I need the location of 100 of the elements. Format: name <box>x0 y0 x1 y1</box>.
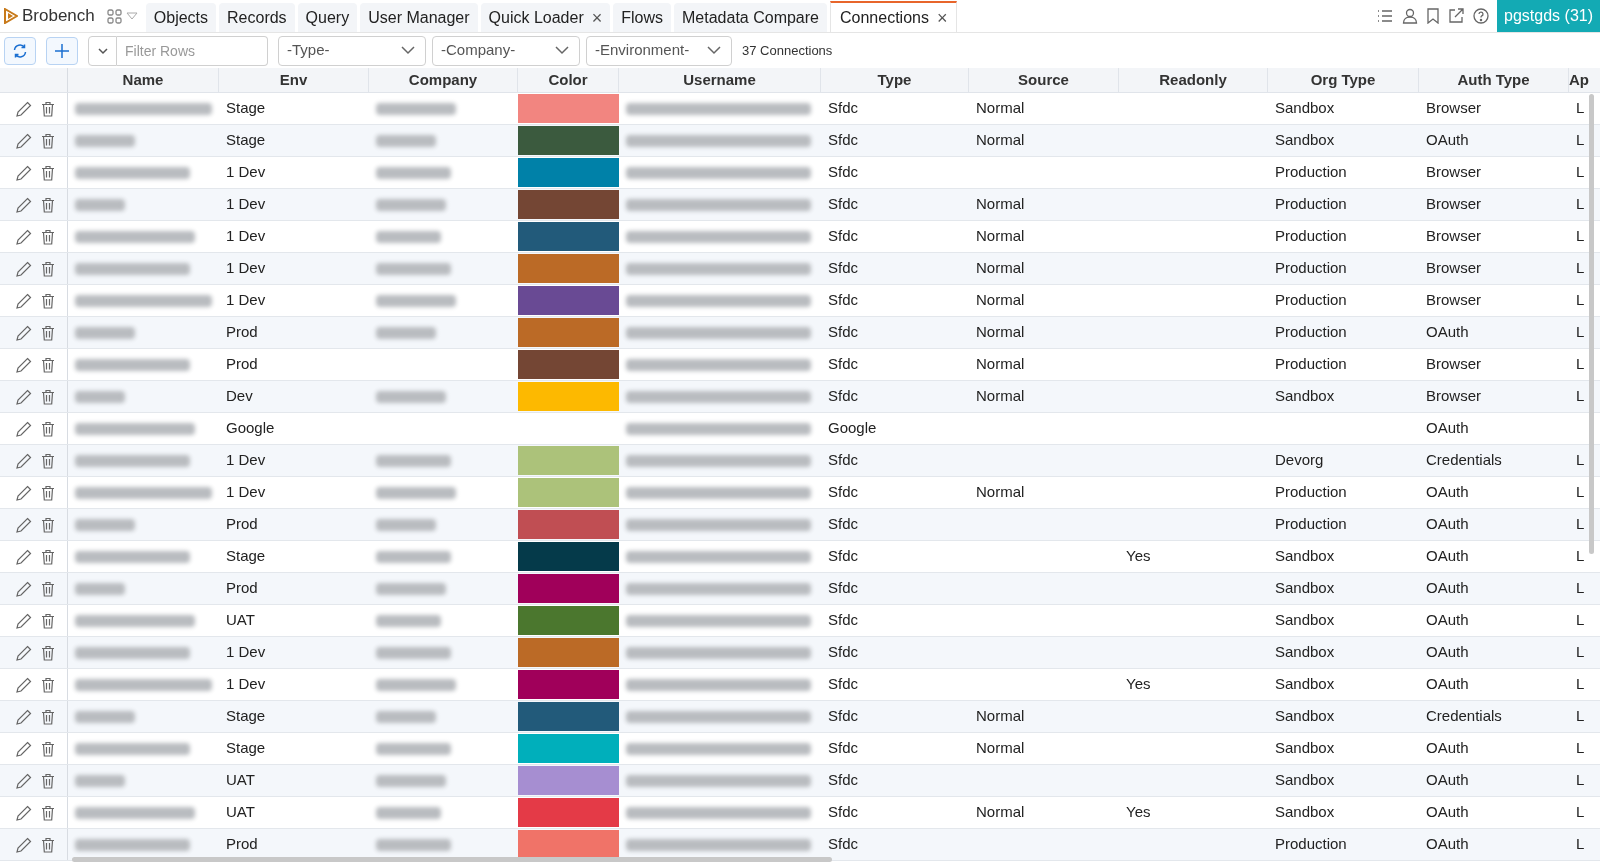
edit-icon[interactable] <box>16 772 32 789</box>
list-icon[interactable] <box>1377 9 1394 23</box>
bookmark-icon[interactable] <box>1427 8 1440 24</box>
edit-icon[interactable] <box>16 804 32 821</box>
edit-icon[interactable] <box>16 100 32 117</box>
trash-icon[interactable] <box>41 836 55 853</box>
edit-icon[interactable] <box>16 548 32 565</box>
trash-icon[interactable] <box>41 644 55 661</box>
table-cell-text: 1 Dev <box>226 258 266 279</box>
blurred-text <box>75 710 135 723</box>
close-tab-button[interactable]: × <box>591 8 603 27</box>
edit-icon[interactable] <box>16 516 32 533</box>
tab[interactable]: Query <box>297 3 358 32</box>
table-cell-text: Stage <box>226 738 266 759</box>
dropdown[interactable]: -Company- <box>432 35 580 66</box>
trash-icon[interactable] <box>41 132 55 149</box>
trash-icon[interactable] <box>41 772 55 789</box>
dropdown[interactable]: -Environment- <box>586 35 732 66</box>
trash-icon[interactable] <box>41 324 55 341</box>
edit-icon[interactable] <box>16 740 32 757</box>
trash-icon[interactable] <box>41 708 55 725</box>
table-cell-text: Normal <box>976 290 1025 311</box>
trash-icon[interactable] <box>41 580 55 597</box>
edit-icon[interactable] <box>16 388 32 405</box>
trash-icon[interactable] <box>41 548 55 565</box>
trash-icon[interactable] <box>41 804 55 821</box>
tab[interactable]: Metadata Compare <box>674 3 827 32</box>
refresh-button[interactable] <box>4 36 36 65</box>
trash-icon[interactable] <box>41 676 55 693</box>
tab[interactable]: Flows <box>613 3 672 32</box>
table-cell-text: OAuth <box>1426 546 1469 567</box>
trash-icon[interactable] <box>41 100 55 117</box>
table-cell-text: Dev <box>226 386 253 407</box>
edit-icon[interactable] <box>16 196 32 213</box>
filter-field[interactable]: Filter Rows <box>117 35 268 66</box>
table-cell-text: Sfdc <box>828 450 858 471</box>
grid-icon[interactable] <box>106 8 122 24</box>
trash-icon[interactable] <box>41 484 55 501</box>
edit-icon[interactable] <box>16 452 32 469</box>
trash-icon[interactable] <box>41 356 55 373</box>
plus-icon <box>54 42 70 59</box>
column-header[interactable]: Auth Type <box>1457 68 1530 92</box>
add-button[interactable] <box>46 36 78 65</box>
trash-icon[interactable] <box>41 260 55 277</box>
close-tab-button[interactable]: × <box>936 8 948 27</box>
table-cell-text: Prod <box>226 514 258 535</box>
tab[interactable]: Records <box>219 3 295 32</box>
trash-icon[interactable] <box>41 196 55 213</box>
column-header[interactable]: Source <box>1018 68 1069 92</box>
edit-icon[interactable] <box>16 644 32 661</box>
dropdown[interactable]: -Type- <box>278 35 426 66</box>
table-cell-text: Sandbox <box>1275 610 1335 631</box>
edit-icon[interactable] <box>16 708 32 725</box>
table-cell-text: L <box>1576 98 1585 119</box>
column-header[interactable]: Env <box>279 68 308 92</box>
help-icon[interactable] <box>1473 8 1490 24</box>
trash-icon[interactable] <box>41 388 55 405</box>
trash-icon[interactable] <box>41 164 55 181</box>
table-cell-text: L <box>1576 258 1585 279</box>
table-cell-text: Sfdc <box>828 770 858 791</box>
edit-icon[interactable] <box>16 292 32 309</box>
chevron-down-icon <box>96 46 109 55</box>
tab[interactable]: Quick Loader × <box>480 3 611 32</box>
trash-icon[interactable] <box>41 292 55 309</box>
vertical-scrollbar[interactable] <box>1589 94 1594 554</box>
edit-icon[interactable] <box>16 676 32 693</box>
edit-icon[interactable] <box>16 612 32 629</box>
user-icon[interactable] <box>1402 8 1419 24</box>
trash-icon[interactable] <box>41 452 55 469</box>
edit-icon[interactable] <box>16 260 32 277</box>
edit-icon[interactable] <box>16 164 32 181</box>
column-header[interactable]: Type <box>877 68 912 92</box>
column-header[interactable]: Org Type <box>1310 68 1376 92</box>
edit-icon[interactable] <box>16 484 32 501</box>
edit-icon[interactable] <box>16 356 32 373</box>
column-header[interactable]: Color <box>548 68 588 92</box>
tab[interactable]: Objects <box>145 3 217 32</box>
edit-icon[interactable] <box>16 132 32 149</box>
column-header[interactable]: Name <box>122 68 164 92</box>
trash-icon[interactable] <box>41 420 55 437</box>
trash-icon[interactable] <box>41 612 55 629</box>
edit-icon[interactable] <box>16 228 32 245</box>
column-header[interactable]: Company <box>408 68 478 92</box>
column-header[interactable]: Readonly <box>1159 68 1227 92</box>
trash-icon[interactable] <box>41 740 55 757</box>
trash-icon[interactable] <box>41 516 55 533</box>
horizontal-scrollbar[interactable] <box>72 857 832 862</box>
tab[interactable]: User Manager <box>360 3 478 32</box>
edit-icon[interactable] <box>16 580 32 597</box>
table-cell-text: OAuth <box>1426 642 1469 663</box>
chevron-down-icon <box>555 46 569 55</box>
edit-icon[interactable] <box>16 836 32 853</box>
column-header[interactable]: Username <box>683 68 756 92</box>
table-cell-text: Browser <box>1426 290 1481 311</box>
trash-icon[interactable] <box>41 228 55 245</box>
tab[interactable]: Connections × <box>830 1 958 32</box>
edit-icon[interactable] <box>16 420 32 437</box>
edit-icon[interactable] <box>16 324 32 341</box>
column-header[interactable]: Ap <box>1569 68 1589 92</box>
external-link-icon[interactable] <box>1448 8 1465 24</box>
